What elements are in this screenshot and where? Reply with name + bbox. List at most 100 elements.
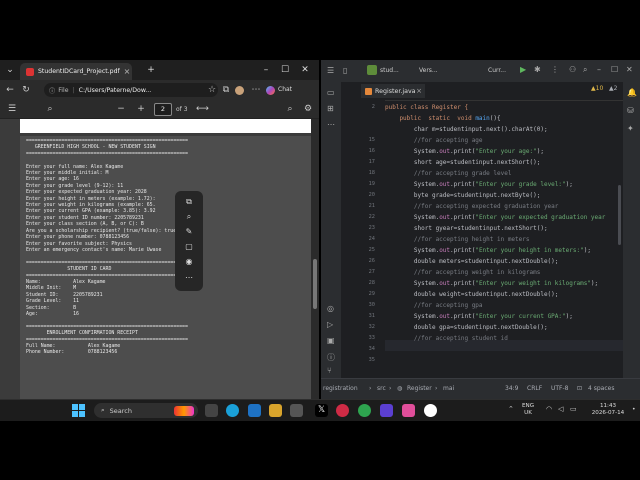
close-tab-icon[interactable]: × <box>122 67 132 76</box>
opera-icon[interactable] <box>336 404 349 417</box>
ai-assistant-icon[interactable]: ✦ <box>627 124 634 133</box>
plugins-icon[interactable]: ◎ <box>327 304 334 313</box>
wifi-icon[interactable]: ◠ <box>546 405 552 413</box>
run-config-selector[interactable]: Curr... <box>488 67 506 74</box>
pdf-scrollbar-thumb[interactable] <box>313 259 317 309</box>
task-view-icon[interactable] <box>205 404 218 417</box>
battery-icon[interactable]: ▭ <box>570 405 577 413</box>
settings-icon[interactable]: ⚙ <box>302 103 314 115</box>
page-number-input[interactable]: 2 <box>154 103 172 116</box>
line-separator[interactable]: CRLF <box>527 385 542 392</box>
browser-tab-pdf[interactable]: StudentIDCard_Project.pdf × <box>20 63 132 80</box>
breadcrumb-method[interactable]: mai <box>443 385 454 392</box>
volume-icon[interactable]: ◁ <box>558 405 563 413</box>
jetbrains-app-icon[interactable] <box>402 404 415 417</box>
store-icon[interactable] <box>290 404 303 417</box>
more-icon[interactable]: ⋯ <box>182 273 196 285</box>
main-menu-icon[interactable]: ☰ <box>327 66 334 75</box>
favorite-star-icon[interactable]: ☆ <box>206 84 218 96</box>
notifications-icon[interactable]: 🔔 <box>627 88 637 97</box>
folder-icon[interactable]: ▭ <box>327 88 335 97</box>
zoom-in-icon[interactable]: + <box>135 103 147 115</box>
minimize-icon[interactable]: – <box>258 64 274 76</box>
more-icon[interactable]: ⋮ <box>551 65 559 74</box>
taskbar-search[interactable]: ⌕ Search <box>94 403 198 418</box>
table-of-contents-icon[interactable]: ☰ <box>6 103 18 115</box>
media-player-icon[interactable] <box>424 404 437 417</box>
code-line: public class Register { <box>385 104 468 111</box>
url-input[interactable]: ⓘ File | C:/Users/Paterne/Dow... <box>44 83 218 97</box>
outlook-icon[interactable] <box>248 404 261 417</box>
find-icon[interactable]: ⌕ <box>44 103 56 115</box>
clock[interactable]: 11:43 2026-07-14 <box>586 403 630 417</box>
close-window-icon[interactable]: ✕ <box>626 65 633 74</box>
profile-avatar[interactable] <box>235 86 244 95</box>
copilot-icon[interactable]: ◉ <box>182 257 196 269</box>
breadcrumb-src[interactable]: src <box>377 385 386 392</box>
search-icon[interactable]: ⌕ <box>182 212 196 224</box>
highlight-icon[interactable]: ✎ <box>182 227 196 239</box>
maximize-icon[interactable]: ☐ <box>611 65 618 74</box>
search-icon[interactable]: ⌕ <box>583 65 587 75</box>
extensions-icon[interactable]: ⧉ <box>220 84 232 96</box>
comment-icon[interactable]: ▢ <box>182 242 196 254</box>
code-line: public static void main(){ <box>385 115 500 122</box>
line-number: 2 <box>371 104 375 110</box>
copy-icon[interactable]: ⧉ <box>182 197 196 209</box>
editor-tab-register[interactable]: Register.java × <box>361 84 425 98</box>
vcs-widget[interactable]: Vers... <box>419 67 438 74</box>
pdf-toolbar: ☰ ⌕ − + 2 of 3 ⟷ ⌕ ⚙ <box>0 100 319 119</box>
tray-overflow-icon[interactable]: ⌃ <box>508 405 514 413</box>
run-tool-icon[interactable]: ▷ <box>327 320 333 329</box>
code-token: System. <box>385 313 440 320</box>
profile-icon[interactable]: ⚇ <box>569 65 576 74</box>
breadcrumb-project[interactable]: registration <box>323 385 358 392</box>
file-encoding[interactable]: UTF-8 <box>551 385 569 392</box>
code-token: "Enter your height in meters:" <box>475 247 584 254</box>
more-icon[interactable]: ⋯ <box>327 120 335 129</box>
more-icon[interactable]: ⋯ <box>250 84 262 96</box>
debug-icon[interactable]: ✱ <box>534 65 541 74</box>
close-tab-icon[interactable]: × <box>416 87 422 95</box>
editor-scrollbar-thumb[interactable] <box>618 185 621 245</box>
problems-icon[interactable]: ⓘ <box>327 352 335 363</box>
chrome-icon[interactable] <box>358 404 371 417</box>
new-tab-button[interactable]: + <box>143 64 159 76</box>
minimize-icon[interactable]: – <box>597 65 601 74</box>
run-icon[interactable]: ▶ <box>520 65 526 74</box>
structure-icon[interactable]: ⊞ <box>327 104 334 113</box>
indent-setting[interactable]: 4 spaces <box>588 385 614 392</box>
git-icon[interactable]: ⑂ <box>327 366 332 375</box>
tab-actions-icon[interactable]: ⌄ <box>2 64 18 76</box>
project-switcher[interactable]: stud... <box>380 67 399 74</box>
refresh-icon[interactable]: ↻ <box>20 84 32 96</box>
code-editor[interactable]: public class Register { public static vo… <box>385 100 623 378</box>
terminal-icon[interactable]: ▣ <box>327 336 335 345</box>
edge-icon[interactable] <box>226 404 239 417</box>
close-window-icon[interactable]: ✕ <box>297 64 313 76</box>
database-icon[interactable]: ⛁ <box>627 106 634 115</box>
side-panel-icon[interactable]: ▯ <box>343 66 347 75</box>
pdf-viewport[interactable]: ========================================… <box>0 119 319 399</box>
intellij-taskbar-icon[interactable] <box>380 404 393 417</box>
file-explorer-icon[interactable] <box>269 404 282 417</box>
breadcrumb-class[interactable]: Register <box>407 385 432 392</box>
line-number: 19 <box>368 181 375 187</box>
warnings-indicator[interactable]: ▲10 <box>591 85 603 92</box>
zoom-out-icon[interactable]: − <box>115 103 127 115</box>
maximize-icon[interactable]: ☐ <box>277 64 293 76</box>
weak-warnings-indicator[interactable]: ▲2 <box>609 85 617 92</box>
pdf-scrollbar[interactable] <box>311 119 319 399</box>
copilot-chat-button[interactable]: Chat <box>266 85 292 95</box>
code-line: //for accepting weight in kilograms <box>385 269 540 276</box>
code-token: .print( <box>450 280 476 287</box>
caret-position[interactable]: 34:9 <box>505 385 518 392</box>
start-button[interactable] <box>72 404 85 417</box>
back-icon[interactable]: ← <box>4 84 16 96</box>
language-indicator[interactable]: ENG UK <box>522 403 534 417</box>
lock-icon[interactable]: ⊡ <box>577 385 582 392</box>
fit-page-icon[interactable]: ⟷ <box>196 103 209 115</box>
notification-bell-icon[interactable]: • <box>632 406 636 413</box>
x-app-icon[interactable]: 𝕏 <box>315 404 328 417</box>
search-icon[interactable]: ⌕ <box>284 103 296 115</box>
